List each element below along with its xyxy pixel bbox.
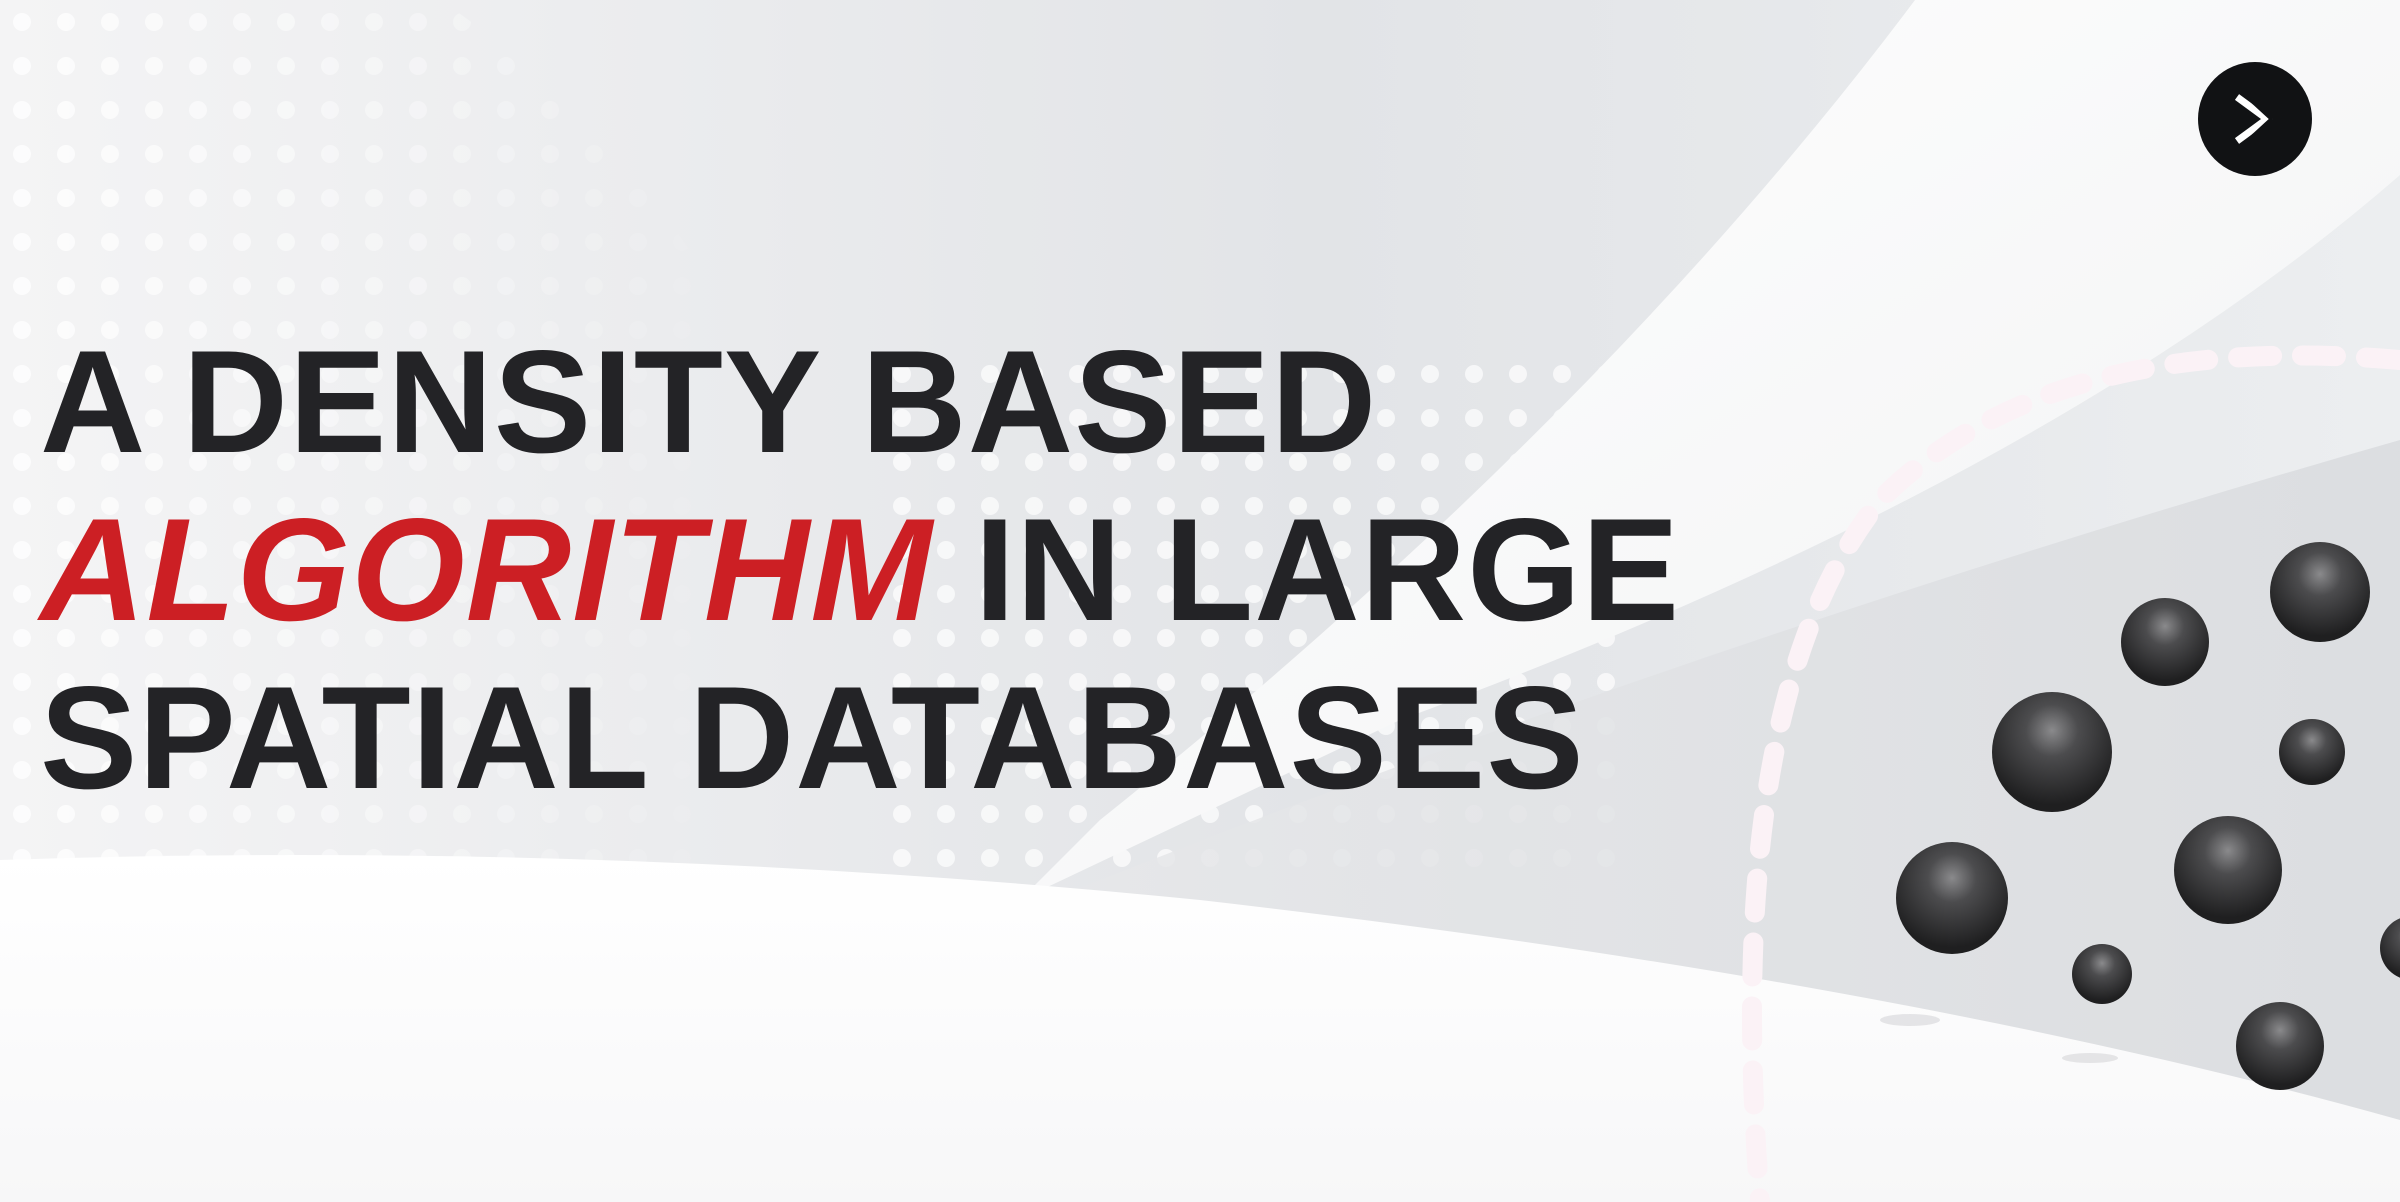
chevron-right-icon [2234,94,2274,144]
banner: A DENSITY BASED ALGORITHM IN LARGE SPATI… [0,0,2400,1202]
title-accent-word: ALGORITHM [40,488,933,651]
title-line-2: ALGORITHM IN LARGE [40,486,1840,654]
title-line-3: SPATIAL DATABASES [40,656,1585,819]
title-line-1: A DENSITY BASED [40,320,1378,483]
next-button[interactable] [2198,62,2312,176]
page-title: A DENSITY BASED ALGORITHM IN LARGE SPATI… [40,318,1840,822]
title-line-2-rest: IN LARGE [932,488,1681,651]
